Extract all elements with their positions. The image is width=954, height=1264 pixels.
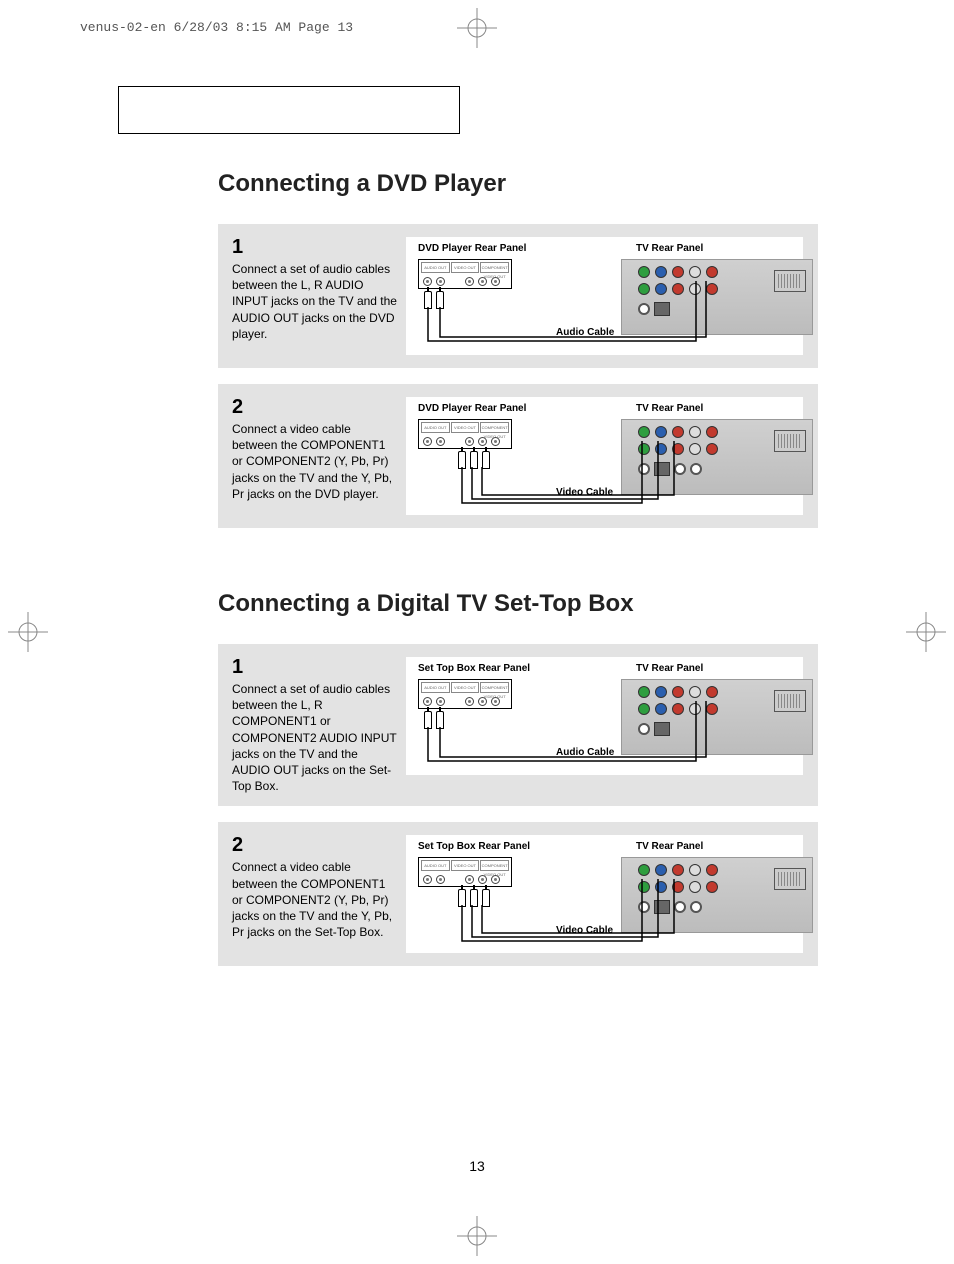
- audio-plugs-icon: [424, 711, 448, 734]
- video-plugs-icon: [458, 451, 494, 474]
- cable-label: Video Cable: [556, 925, 613, 936]
- settop-rear-icon: AUDIO OUTVIDEO OUTCOMPONENT VIDEO OUT: [418, 857, 512, 887]
- dvi-port-icon: [774, 690, 806, 712]
- source-panel-label: Set Top Box Rear Panel: [418, 841, 530, 852]
- crop-mark-right: [906, 612, 946, 652]
- step-panel: 1 Connect a set of audio cables between …: [218, 644, 818, 806]
- step-instruction: Connect a video cable between the COMPON…: [232, 421, 397, 502]
- crop-mark-left: [8, 612, 48, 652]
- step-instruction: Connect a set of audio cables between th…: [232, 261, 397, 342]
- tv-panel-label: TV Rear Panel: [636, 663, 703, 674]
- section-heading: Connecting a Digital TV Set-Top Box: [218, 590, 818, 618]
- tv-rear-icon: [621, 857, 813, 933]
- step-instruction: Connect a video cable between the COMPON…: [232, 859, 397, 940]
- tv-rear-icon: [621, 679, 813, 755]
- section-heading: Connecting a DVD Player: [218, 170, 818, 198]
- step-panel: 2 Connect a video cable between the COMP…: [218, 384, 818, 528]
- connection-diagram: DVD Player Rear Panel TV Rear Panel Audi…: [405, 236, 804, 356]
- empty-title-box: [118, 86, 460, 134]
- connection-diagram: Set Top Box Rear Panel TV Rear Panel Vid…: [405, 834, 804, 954]
- cable-label: Audio Cable: [556, 327, 614, 338]
- audio-plugs-icon: [424, 291, 448, 314]
- dvi-port-icon: [774, 430, 806, 452]
- step-panel: 1 Connect a set of audio cables between …: [218, 224, 818, 368]
- cable-label: Video Cable: [556, 487, 613, 498]
- page-number: 13: [469, 1158, 485, 1174]
- tv-panel-label: TV Rear Panel: [636, 243, 703, 254]
- dvd-rear-icon: AUDIO OUTVIDEO OUTCOMPONENT VIDEO OUT: [418, 259, 512, 289]
- source-panel-label: DVD Player Rear Panel: [418, 243, 526, 254]
- print-slug: venus-02-en 6/28/03 8:15 AM Page 13: [80, 20, 353, 35]
- step-number: 2: [232, 396, 397, 419]
- source-panel-label: DVD Player Rear Panel: [418, 403, 526, 414]
- settop-rear-icon: AUDIO OUTVIDEO OUTCOMPONENT VIDEO OUT: [418, 679, 512, 709]
- dvi-port-icon: [774, 868, 806, 890]
- crop-mark-top: [457, 8, 497, 48]
- connection-diagram: DVD Player Rear Panel TV Rear Panel Vide…: [405, 396, 804, 516]
- step-number: 1: [232, 656, 397, 679]
- step-number: 2: [232, 834, 397, 857]
- connection-diagram: Set Top Box Rear Panel TV Rear Panel Aud…: [405, 656, 804, 776]
- source-panel-label: Set Top Box Rear Panel: [418, 663, 530, 674]
- tv-rear-icon: [621, 419, 813, 495]
- tv-panel-label: TV Rear Panel: [636, 403, 703, 414]
- dvi-port-icon: [774, 270, 806, 292]
- video-plugs-icon: [458, 889, 494, 912]
- step-panel: 2 Connect a video cable between the COMP…: [218, 822, 818, 966]
- tv-panel-label: TV Rear Panel: [636, 841, 703, 852]
- step-instruction: Connect a set of audio cables between th…: [232, 681, 397, 794]
- crop-mark-bottom: [457, 1216, 497, 1256]
- tv-rear-icon: [621, 259, 813, 335]
- cable-label: Audio Cable: [556, 747, 614, 758]
- step-number: 1: [232, 236, 397, 259]
- dvd-rear-icon: AUDIO OUTVIDEO OUTCOMPONENT VIDEO OUT: [418, 419, 512, 449]
